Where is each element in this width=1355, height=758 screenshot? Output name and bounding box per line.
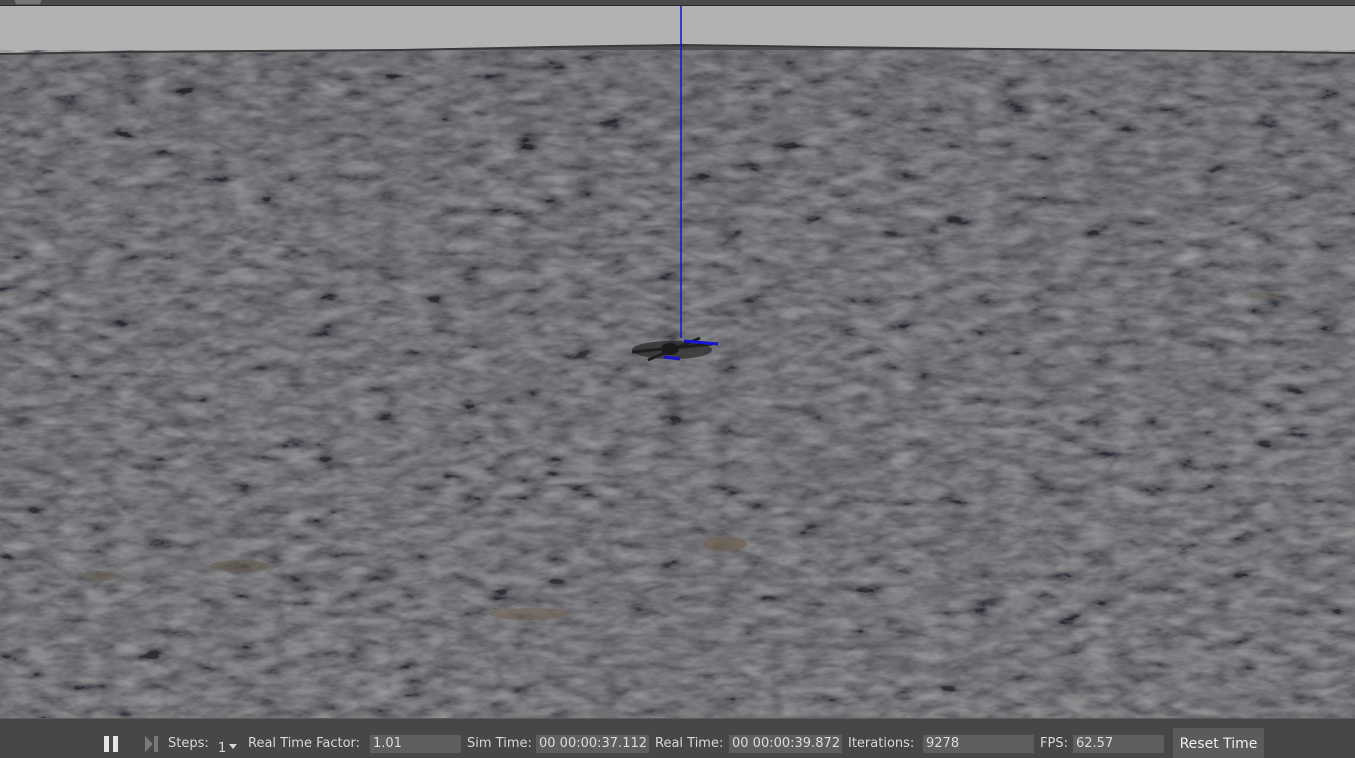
steps-dropdown[interactable]: 1 [213, 735, 241, 757]
real-time-label: Real Time: [655, 736, 724, 751]
chevron-down-icon [229, 744, 237, 749]
real-time-factor-label: Real Time Factor: [248, 736, 361, 751]
steps-label: Steps: [168, 736, 209, 751]
scene-viewport[interactable] [0, 6, 1355, 718]
ground-cracks [0, 50, 1355, 718]
leaf-debris [703, 537, 747, 551]
reset-time-button[interactable]: Reset Time [1173, 728, 1264, 758]
steps-value: 1 [218, 741, 227, 756]
real-time-factor-field: 1.01 [370, 735, 461, 753]
pause-icon-bar [113, 736, 118, 752]
pause-icon [104, 736, 109, 752]
gazebo-window: Steps: 1 Real Time Factor: 1.01 Sim Time… [0, 0, 1355, 758]
iterations-label: Iterations: [848, 736, 915, 751]
time-panel-toolbar: Steps: 1 Real Time Factor: 1.01 Sim Time… [0, 718, 1355, 758]
iterations-field: 9278 [923, 735, 1034, 753]
leaf-debris [1251, 293, 1279, 299]
fps-field: 62.57 [1073, 735, 1164, 753]
fps-label: FPS: [1040, 736, 1068, 751]
leaf-debris [82, 571, 118, 581]
step-button[interactable] [143, 735, 161, 753]
sim-time-label: Sim Time: [467, 736, 532, 751]
leaf-debris [210, 560, 270, 572]
pause-button[interactable] [102, 735, 120, 753]
step-forward-icon [145, 736, 158, 752]
y-axis-marker [663, 355, 681, 361]
sim-time-field: 00 00:00:37.112 [536, 735, 649, 753]
leaf-debris [490, 608, 570, 620]
top-tab-stub[interactable] [14, 0, 42, 5]
asphalt-ground-plane [0, 6, 1355, 718]
real-time-field: 00 00:00:39.872 [729, 735, 842, 753]
